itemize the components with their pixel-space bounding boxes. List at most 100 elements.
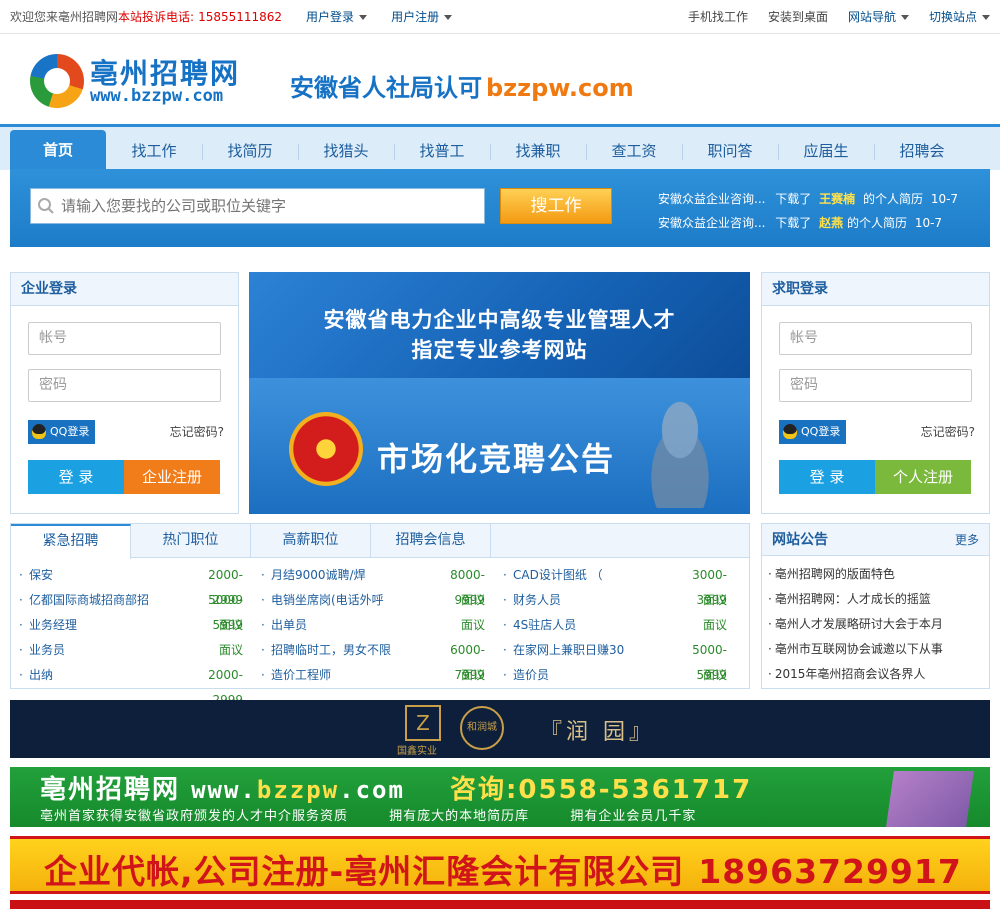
job-item[interactable]: · 财务人员 面议 — [503, 588, 745, 613]
slogan-text: 安徽省人社局认可 — [290, 74, 482, 102]
mobile-link[interactable]: 手机找工作 — [688, 8, 748, 25]
nav-graduates[interactable]: 应届生 — [778, 132, 874, 170]
job-item[interactable]: · 月结9000诚聘/焊 8000-9999 — [261, 563, 503, 607]
news-person: 王赛楠 — [819, 192, 856, 206]
news-company: 安徽众益企业咨询... — [658, 216, 766, 230]
tab-hot-jobs[interactable]: 热门职位 — [131, 524, 251, 557]
job-salary: 面议 — [702, 618, 727, 632]
notice-item[interactable]: 2015年亳州招商会议各界人 — [768, 662, 989, 687]
job-salary: 面议 — [218, 618, 243, 632]
job-item[interactable]: · 出单员 面议 — [261, 613, 503, 638]
job-item[interactable]: · 电销坐席岗(电话外呼 面议 — [261, 588, 503, 613]
notice-more-link[interactable]: 更多 — [955, 524, 979, 556]
job-salary: 面议 — [460, 668, 485, 682]
top-right-links: 手机找工作 安装到桌面 网站导航 切换站点 — [668, 8, 990, 25]
job-item[interactable]: · 业务经理 面议 — [19, 613, 261, 638]
tab-job-fair-info[interactable]: 招聘会信息 — [371, 524, 491, 557]
news-date: 10-7 — [930, 192, 959, 206]
nav-general-worker[interactable]: 找普工 — [394, 132, 490, 170]
ad-banner-huilong[interactable]: 企业代帐,公司注册-亳州汇隆会计有限公司 18963729917 — [10, 836, 990, 894]
company-login-button[interactable]: 登 录 — [28, 460, 124, 494]
user-register-dropdown[interactable]: 用户注册 — [391, 8, 452, 25]
tab-urgent-jobs[interactable]: 紧急招聘 — [11, 524, 131, 559]
search-input[interactable] — [61, 197, 484, 215]
job-item[interactable]: · 业务员 面议 — [19, 638, 261, 663]
notice-item[interactable]: 亳州人才发展略研讨大会于本月 — [768, 612, 989, 637]
ad2-www: www. — [191, 776, 257, 804]
seeker-forgot-password-link[interactable]: 忘记密码? — [921, 423, 975, 440]
logo-mark-icon — [30, 54, 84, 108]
nav-job-fair[interactable]: 招聘会 — [874, 132, 970, 170]
nav-salary[interactable]: 查工资 — [586, 132, 682, 170]
banner-bottom: 市场化竞聘公告 — [249, 378, 750, 514]
job-item[interactable]: ·出纳2000-2999 — [19, 663, 261, 707]
seeker-password-field[interactable]: 密码 — [779, 369, 972, 402]
job-salary: 面议 — [702, 668, 727, 682]
news-date: 10-7 — [914, 216, 943, 230]
hotline-label: 本站投诉电话: — [118, 10, 195, 24]
top-bar: 欢迎您来亳州招聘网 本站投诉电话: 15855111862 用户登录 用户注册 … — [0, 0, 1000, 34]
job-salary: 面议 — [460, 593, 485, 607]
company-account-field[interactable]: 帐号 — [28, 322, 221, 355]
seeker-login-button[interactable]: 登 录 — [779, 460, 875, 494]
job-item[interactable]: · 在家网上兼职日赚30 5000-5999 — [503, 638, 745, 682]
ad3-phone: 18963729917 — [698, 852, 962, 891]
search-band: 搜工作 安徽众益企业咨询... 下载了 王赛楠 的个人简历 10-7 安徽众益企… — [10, 169, 990, 247]
company-qq-login-button[interactable]: QQ登录 — [28, 420, 95, 444]
notice-item[interactable]: 亳州招聘网的版面特色 — [768, 562, 989, 587]
site-nav-dropdown[interactable]: 网站导航 — [848, 8, 909, 25]
ad-banner-runyuan[interactable]: Z 国鑫实业 和润城 『润 园』 — [10, 700, 990, 758]
user-login-dropdown[interactable]: 用户登录 — [306, 8, 367, 25]
search-icon — [31, 197, 61, 215]
notice-header: 网站公告 更多 — [762, 524, 989, 556]
tab-high-salary[interactable]: 高薪职位 — [251, 524, 371, 557]
news-action: 下载了 — [775, 216, 812, 230]
seeker-account-field[interactable]: 帐号 — [779, 322, 972, 355]
nav-part-time[interactable]: 找兼职 — [490, 132, 586, 170]
notice-item[interactable]: 亳州市互联网协会诚邀以下从事 — [768, 637, 989, 662]
job-item[interactable]: · 招聘临时工，男女不限 6000-7999 — [261, 638, 503, 682]
job-salary: 5000-5999 — [208, 593, 243, 632]
nav-find-job[interactable]: 找工作 — [106, 132, 202, 170]
nav-find-resume[interactable]: 找简历 — [202, 132, 298, 170]
job-tabs: 紧急招聘 热门职位 高薪职位 招聘会信息 — [11, 524, 749, 559]
news-item[interactable]: 安徽众益企业咨询... 下载了 王赛楠 的个人简历 10-7 — [658, 187, 988, 211]
search-job-button[interactable]: 搜工作 — [500, 188, 612, 224]
install-link[interactable]: 安装到桌面 — [768, 8, 828, 25]
stone-lion-image — [630, 388, 730, 508]
company-login-title: 企业登录 — [11, 273, 238, 306]
job-item[interactable]: · 4S驻店人员 面议 — [503, 613, 745, 638]
company-register-button[interactable]: 企业注册 — [124, 460, 220, 494]
nav-qa[interactable]: 职问答 — [682, 132, 778, 170]
switch-site-dropdown[interactable]: 切换站点 — [929, 8, 990, 25]
promo-banner[interactable]: 安徽省电力企业中高级专业管理人才 指定专业参考网站 市场化竞聘公告 — [249, 272, 750, 514]
job-title: CAD设计图纸 （ — [513, 568, 603, 582]
seeker-register-button[interactable]: 个人注册 — [875, 460, 971, 494]
job-item[interactable]: · 造价工程师 面议 — [261, 663, 503, 688]
ad-banner-partial[interactable] — [10, 900, 990, 909]
company-password-field[interactable]: 密码 — [28, 369, 221, 402]
welcome-text: 欢迎您来亳州招聘网 — [10, 10, 119, 24]
job-item[interactable]: · 造价员 面议 — [503, 663, 745, 688]
nav-headhunter[interactable]: 找猎头 — [298, 132, 394, 170]
ad2-sub3: 拥有企业会员几千家 — [570, 809, 697, 824]
hotline-number: 15855111862 — [198, 9, 283, 24]
seeker-qq-login-button[interactable]: QQ登录 — [779, 420, 846, 444]
notice-item[interactable]: 亳州招聘网：人才成长的摇篮 — [768, 587, 989, 612]
job-item[interactable]: · 亿都国际商城招商部招 5000-5999 — [19, 588, 261, 632]
search-box — [30, 188, 485, 224]
company-forgot-password-link[interactable]: 忘记密码? — [170, 423, 224, 440]
ad2-sub2: 拥有庞大的本地简历库 — [389, 809, 530, 824]
news-item[interactable]: 安徽众益企业咨询... 下载了 赵燕 的个人简历 10-7 — [658, 211, 988, 235]
job-title: 造价员 — [513, 668, 550, 682]
runyuan-text: 『润 园』 — [540, 720, 655, 745]
job-title: 电销坐席岗(电话外呼 — [271, 593, 384, 607]
nav-home[interactable]: 首页 — [10, 130, 106, 170]
job-item[interactable]: · 保安 2000-2999 — [19, 563, 261, 607]
ad-banner-bzzpw[interactable]: 亳州招聘网 www.bzzpw.com 咨询:0558-5361717 亳州首家… — [10, 767, 990, 827]
ad2-sub1: 亳州首家获得安徽省政府颁发的人才中介服务资质 — [40, 809, 349, 824]
job-item[interactable]: · CAD设计图纸 （3000-3999 — [503, 563, 745, 607]
job-title: 4S驻店人员 — [513, 618, 577, 632]
site-logo[interactable]: 亳州招聘网 www.bzzpw.com — [30, 52, 270, 112]
job-title: 出纳 — [29, 668, 54, 682]
